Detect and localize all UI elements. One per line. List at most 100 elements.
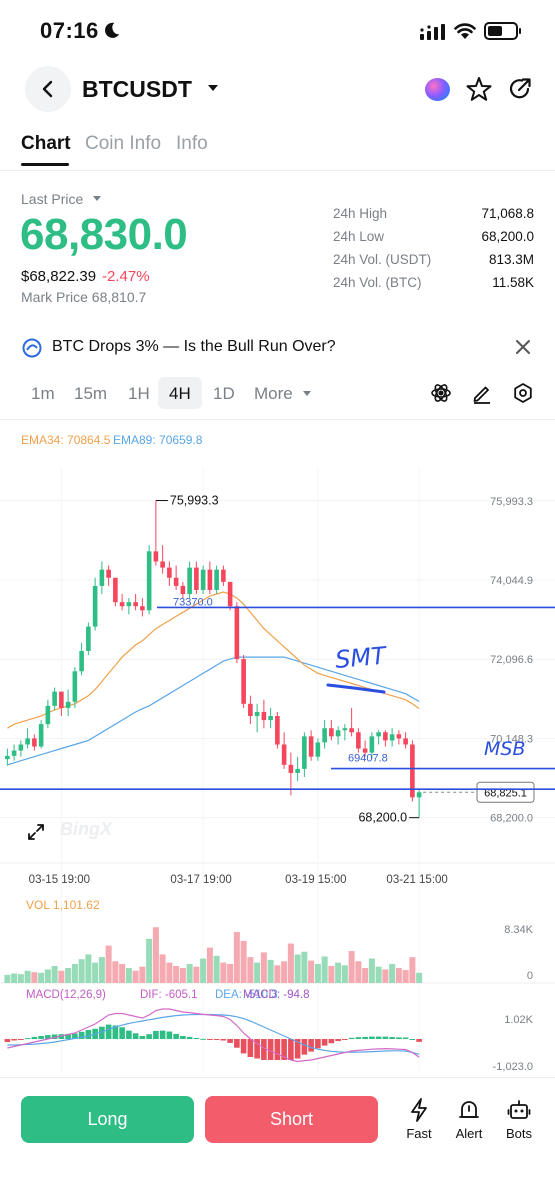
last-price-label[interactable]: Last Price — [21, 191, 83, 207]
candle — [342, 728, 348, 731]
volume-bar — [247, 957, 254, 983]
user-annotations: 73370.0 69407.8 SMT MSB — [0, 596, 555, 791]
macd-histogram-bar — [274, 1039, 281, 1060]
macd-histogram-bar — [321, 1039, 328, 1046]
caret-down-icon[interactable] — [206, 83, 220, 93]
volume-bar — [179, 968, 186, 983]
msb-line-label: 69407.8 — [348, 753, 388, 765]
tab-coin-info[interactable]: Coin Info — [85, 133, 161, 155]
caret-down-icon[interactable] — [302, 390, 312, 397]
macd-axis-label: 1.02K — [504, 1014, 533, 1026]
y-tick-label: 75,993.3 — [490, 496, 533, 508]
volume-axis-label: 8.34K — [504, 924, 533, 936]
volume-bar — [220, 962, 227, 983]
tab-chart[interactable]: Chart — [21, 133, 71, 155]
interval-more[interactable]: More — [254, 384, 293, 404]
change-percent: -2.47% — [102, 268, 150, 285]
candle — [234, 606, 240, 660]
volume-bar — [301, 951, 308, 983]
volume-bar — [146, 938, 153, 983]
ema89-line — [7, 656, 420, 766]
interval-1m[interactable]: 1m — [31, 384, 55, 404]
volume-bar — [348, 951, 355, 983]
macd-histogram-bar — [416, 1039, 422, 1042]
x-tick-label: 03-19 15:00 — [285, 874, 346, 886]
candle — [356, 732, 361, 749]
macd-histogram-bar — [166, 1031, 173, 1039]
candle — [11, 750, 17, 756]
indicators-icon[interactable] — [430, 382, 452, 404]
volume-bar — [267, 959, 274, 983]
macd-dif-legend: DIF: -605.1 — [140, 989, 198, 1001]
stat-value-24h-vol-btc: 11.58K — [492, 275, 534, 290]
macd-histogram-bar — [18, 1039, 24, 1040]
candle — [248, 703, 253, 717]
fullscreen-icon[interactable] — [26, 822, 46, 842]
draw-pencil-icon[interactable] — [471, 382, 493, 404]
caret-down-icon[interactable] — [92, 195, 102, 202]
volume-bar — [368, 958, 375, 983]
alert-button[interactable]: Alert — [447, 1098, 491, 1141]
stat-label-24h-low: 24h Low — [333, 229, 385, 244]
volume-bar — [274, 965, 281, 983]
back-button[interactable] — [25, 66, 71, 112]
macd-histogram-bar — [153, 1030, 159, 1039]
bots-button[interactable]: Bots — [497, 1098, 541, 1141]
macd-histogram-bar — [409, 1039, 416, 1040]
candle — [335, 730, 341, 737]
stat-label-24h-vol-btc: 24h Vol. (BTC) — [333, 275, 422, 290]
share-icon[interactable] — [507, 76, 533, 102]
volume-bar — [416, 972, 423, 983]
candle — [369, 736, 375, 753]
divider — [0, 170, 555, 171]
volume-bar — [328, 966, 335, 983]
fast-button[interactable]: Fast — [397, 1098, 441, 1141]
wifi-icon — [454, 23, 476, 39]
macd-histogram-bar — [315, 1039, 321, 1049]
news-headline[interactable]: BTC Drops 3% — Is the Bull Run Over? — [52, 338, 336, 356]
macd-histogram-bar — [213, 1039, 220, 1040]
candle — [349, 728, 354, 733]
macd-histogram-bar — [227, 1039, 233, 1043]
candle — [268, 716, 273, 721]
bingx-watermark: BingX — [60, 819, 112, 839]
star-icon[interactable] — [466, 76, 492, 102]
macd-histogram-bar — [200, 1038, 206, 1040]
macd-histogram-bar — [85, 1030, 92, 1039]
candle — [403, 738, 408, 745]
volume-bar — [132, 970, 139, 983]
candle — [167, 567, 172, 578]
candle — [389, 734, 395, 741]
macd-histogram-bar — [402, 1037, 409, 1039]
macd-histogram-bar — [4, 1039, 11, 1042]
volume-bar — [51, 966, 58, 983]
volume-bar — [166, 962, 173, 983]
candle — [376, 732, 381, 737]
settings-icon[interactable] — [512, 382, 534, 404]
interval-15m[interactable]: 15m — [74, 384, 107, 404]
volume-bar — [341, 965, 348, 983]
status-time: 07:16 — [40, 18, 99, 43]
tab-info[interactable]: Info — [176, 133, 208, 155]
price-chart[interactable]: 75,993.374,044.972,096.670,148.368,200.0… — [0, 452, 555, 1077]
close-icon[interactable] — [514, 338, 532, 356]
long-button[interactable]: Long — [21, 1096, 194, 1143]
macd-histogram-bar — [119, 1027, 125, 1039]
interval-1d[interactable]: 1D — [213, 384, 235, 404]
candle — [45, 705, 51, 725]
short-button[interactable]: Short — [205, 1096, 378, 1143]
volume-bar — [260, 952, 267, 983]
candle — [221, 569, 226, 582]
interval-1h[interactable]: 1H — [128, 384, 150, 404]
macd-histogram-bar — [335, 1039, 341, 1042]
volume-bar — [294, 954, 301, 983]
candle — [25, 738, 30, 745]
macd-histogram-bar — [180, 1036, 186, 1039]
ai-assistant-icon[interactable] — [425, 78, 450, 101]
pair-title[interactable]: BTCUSDT — [82, 76, 192, 103]
volume-bar — [119, 963, 126, 983]
macd-histogram-bar — [328, 1039, 335, 1044]
volume-bar — [186, 963, 193, 983]
interval-4h[interactable]: 4H — [169, 384, 191, 404]
last-price: 68,830.0 — [20, 210, 188, 259]
